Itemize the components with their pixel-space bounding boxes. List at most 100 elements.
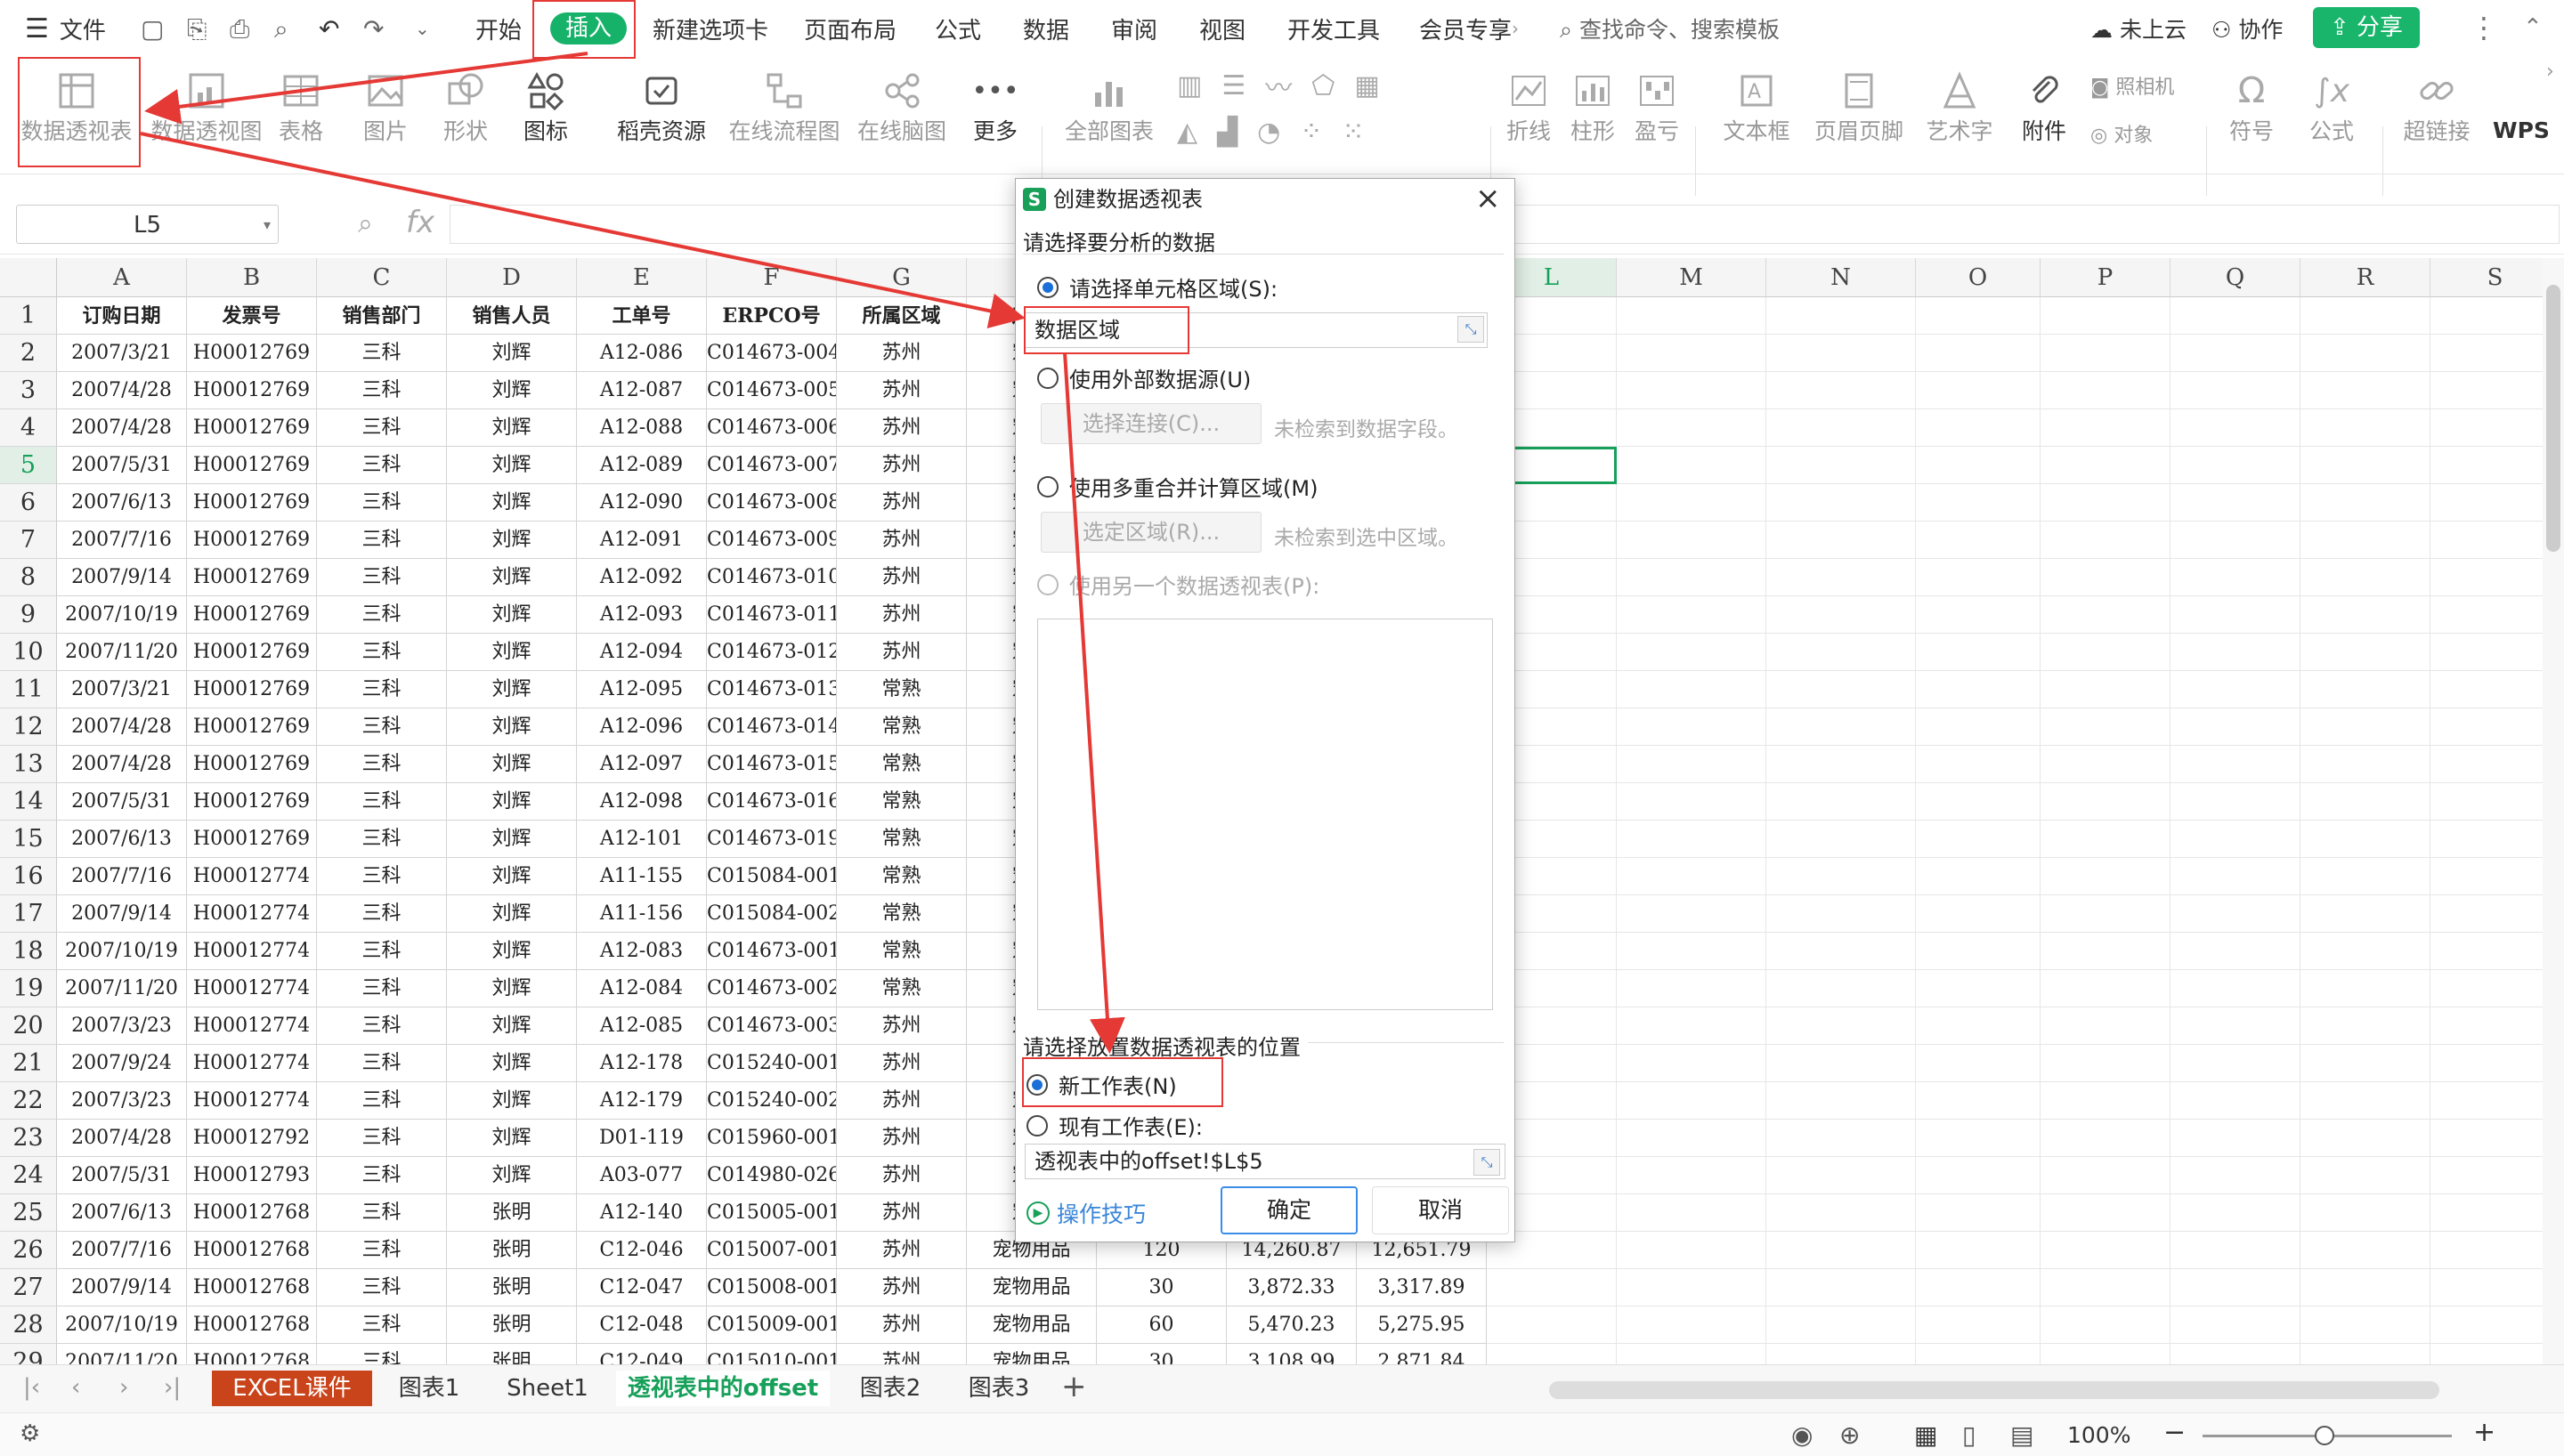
table-cell[interactable]: 三科 (317, 1007, 447, 1045)
table-cell[interactable]: 三科 (317, 522, 447, 559)
empty-cell[interactable] (2430, 895, 2560, 933)
tab-member[interactable]: 会员专享 (1419, 12, 1512, 45)
table-cell[interactable]: 2007/4/28 (57, 372, 187, 409)
table-cell[interactable]: C014673-006 (707, 409, 837, 447)
empty-cell[interactable] (2300, 1082, 2430, 1120)
empty-cell[interactable] (2430, 409, 2560, 447)
table-cell[interactable]: A12-086 (577, 335, 707, 372)
table-cell[interactable]: 常熟 (837, 970, 967, 1007)
row-header[interactable]: 22 (0, 1082, 57, 1120)
table-cell[interactable]: 2007/3/21 (57, 335, 187, 372)
header-cell[interactable]: 工单号 (577, 297, 707, 335)
prev-sheet-icon[interactable]: ‹ (71, 1374, 80, 1401)
empty-cell[interactable] (1766, 1194, 1916, 1232)
empty-cell[interactable] (2170, 634, 2300, 671)
empty-cell[interactable] (1617, 1007, 1766, 1045)
table-cell[interactable]: C015240-002 (707, 1082, 837, 1120)
empty-cell[interactable] (1916, 1120, 2041, 1157)
empty-cell[interactable] (1617, 297, 1766, 335)
table-cell[interactable]: 刘辉 (447, 746, 577, 783)
row-header[interactable]: 16 (0, 858, 57, 895)
table-cell[interactable]: 2007/11/20 (57, 1344, 187, 1364)
table-cell[interactable]: 2007/6/13 (57, 484, 187, 522)
row-header[interactable]: 4 (0, 409, 57, 447)
row-header[interactable]: 6 (0, 484, 57, 522)
empty-cell[interactable] (2300, 559, 2430, 596)
table-cell[interactable]: 三科 (317, 1157, 447, 1194)
table-cell[interactable]: 苏州 (837, 1007, 967, 1045)
row-header[interactable]: 23 (0, 1120, 57, 1157)
table-cell[interactable]: A03-077 (577, 1157, 707, 1194)
empty-cell[interactable] (1617, 1194, 1766, 1232)
table-cell[interactable]: 常熟 (837, 821, 967, 858)
empty-cell[interactable] (1916, 1082, 2041, 1120)
empty-cell[interactable] (2430, 1082, 2560, 1120)
empty-cell[interactable] (2300, 858, 2430, 895)
table-cell[interactable]: 苏州 (837, 1232, 967, 1269)
focus-mode-icon[interactable]: ⊕ (1839, 1420, 1860, 1450)
empty-cell[interactable] (1916, 783, 2041, 821)
empty-cell[interactable] (2170, 1269, 2300, 1306)
empty-cell[interactable] (1617, 708, 1766, 746)
row-header[interactable]: 20 (0, 1007, 57, 1045)
row-header[interactable]: 12 (0, 708, 57, 746)
row-header[interactable]: 14 (0, 783, 57, 821)
empty-cell[interactable] (1766, 933, 1916, 970)
vertical-scroll-thumb[interactable] (2546, 285, 2560, 552)
table-cell[interactable]: C014673-019 (707, 821, 837, 858)
empty-cell[interactable] (2170, 858, 2300, 895)
empty-cell[interactable] (1916, 858, 2041, 895)
empty-cell[interactable] (2430, 1157, 2560, 1194)
table-cell[interactable]: 常熟 (837, 708, 967, 746)
share-button[interactable]: ⇪ 分享 (2313, 7, 2420, 48)
table-cell[interactable]: H00012769 (187, 522, 317, 559)
empty-cell[interactable] (2041, 522, 2170, 559)
table-cell[interactable]: 刘辉 (447, 1082, 577, 1120)
macro-icon[interactable]: ⚙ (20, 1420, 40, 1447)
empty-cell[interactable] (1766, 746, 1916, 783)
empty-cell[interactable] (1916, 671, 2041, 708)
table-cell[interactable]: 宠物用品 (967, 1344, 1097, 1364)
table-cell[interactable]: A12-178 (577, 1045, 707, 1082)
last-sheet-icon[interactable]: ›| (164, 1374, 181, 1401)
column-header[interactable]: R (2300, 258, 2430, 297)
sheet-tab-active[interactable]: 透视表中的offset (616, 1371, 830, 1406)
table-cell[interactable]: C014980-026 (707, 1157, 837, 1194)
empty-cell[interactable] (2041, 1232, 2170, 1269)
cancel-button[interactable]: 取消 (1372, 1186, 1509, 1234)
empty-cell[interactable] (1617, 1306, 1766, 1344)
tab-view[interactable]: 视图 (1199, 12, 1245, 45)
empty-cell[interactable] (2170, 335, 2300, 372)
empty-cell[interactable] (2170, 522, 2300, 559)
empty-cell[interactable] (2430, 634, 2560, 671)
table-cell[interactable]: 2007/6/13 (57, 821, 187, 858)
empty-cell[interactable] (1766, 372, 1916, 409)
table-cell[interactable]: 三科 (317, 1344, 447, 1364)
table-cell[interactable]: A11-156 (577, 895, 707, 933)
table-cell[interactable]: H00012769 (187, 671, 317, 708)
mindmap-button[interactable]: 在线脑图 (855, 68, 949, 146)
table-cell[interactable]: 宠物用品 (967, 1269, 1097, 1306)
zoom-lookup-icon[interactable]: ⌕ (358, 208, 373, 239)
table-cell[interactable]: 三科 (317, 1269, 447, 1306)
table-cell[interactable]: 2007/11/20 (57, 970, 187, 1007)
table-cell[interactable]: 2007/9/24 (57, 1045, 187, 1082)
empty-cell[interactable] (1617, 1232, 1766, 1269)
table-cell[interactable]: C014673-003 (707, 1007, 837, 1045)
empty-cell[interactable] (1617, 1045, 1766, 1082)
empty-cell[interactable] (2041, 1269, 2170, 1306)
empty-cell[interactable] (2430, 858, 2560, 895)
empty-cell[interactable] (1766, 671, 1916, 708)
table-cell[interactable]: 刘辉 (447, 447, 577, 484)
table-cell[interactable]: 三科 (317, 1045, 447, 1082)
empty-cell[interactable] (1916, 634, 2041, 671)
empty-cell[interactable] (1916, 1157, 2041, 1194)
row-header[interactable]: 7 (0, 522, 57, 559)
option-external-source[interactable]: 使用外部数据源(U) (1037, 362, 1251, 393)
empty-cell[interactable] (2430, 746, 2560, 783)
empty-cell[interactable] (1916, 933, 2041, 970)
empty-cell[interactable] (2170, 1045, 2300, 1082)
column-header[interactable]: M (1617, 258, 1766, 297)
empty-cell[interactable] (2430, 933, 2560, 970)
empty-cell[interactable] (1766, 634, 1916, 671)
